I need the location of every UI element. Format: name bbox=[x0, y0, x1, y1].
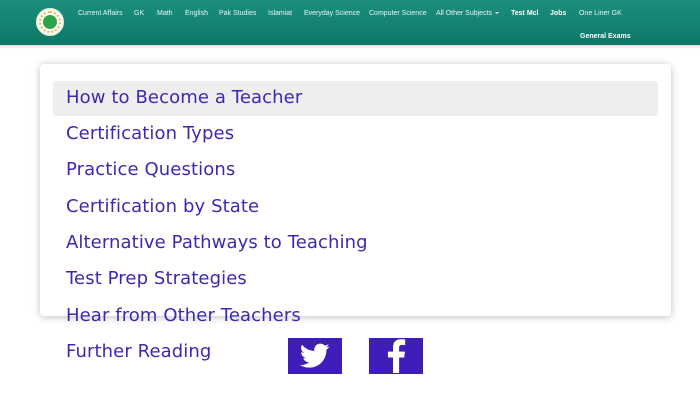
nav-everyday-science[interactable]: Everyday Science bbox=[304, 10, 360, 17]
menu-item-certification-types[interactable]: Certification Types bbox=[66, 123, 234, 144]
nav-all-other-subjects-dropdown[interactable]: All Other Subjects bbox=[436, 10, 500, 17]
menu-item-certification-by-state[interactable]: Certification by State bbox=[66, 196, 259, 217]
nav-current-affairs[interactable]: Current Affairs bbox=[78, 10, 123, 17]
top-navbar: Current Affairs GK Math English Pak Stud… bbox=[0, 0, 700, 45]
nav-math[interactable]: Math bbox=[157, 10, 173, 17]
nav-computer-science[interactable]: Computer Science bbox=[369, 10, 427, 17]
menu-item-alternative-pathways[interactable]: Alternative Pathways to Teaching bbox=[66, 232, 368, 253]
nav-general-exams[interactable]: General Exams bbox=[580, 33, 631, 40]
nav-test-mcl[interactable]: Test Mcl bbox=[511, 10, 539, 17]
navbar-shadow bbox=[0, 45, 700, 49]
nav-english[interactable]: English bbox=[185, 10, 208, 17]
logo-emblem bbox=[43, 15, 57, 29]
menu-item-test-prep-strategies[interactable]: Test Prep Strategies bbox=[66, 268, 247, 289]
menu-item-further-reading[interactable]: Further Reading bbox=[66, 341, 211, 362]
menu-item-practice-questions[interactable]: Practice Questions bbox=[66, 159, 235, 180]
nav-jobs[interactable]: Jobs bbox=[550, 10, 566, 17]
menu-item-how-to-become-a-teacher[interactable]: How to Become a Teacher bbox=[66, 87, 302, 108]
nav-all-other-subjects-label: All Other Subjects bbox=[436, 10, 493, 17]
twitter-icon bbox=[300, 343, 330, 368]
nav-pak-studies[interactable]: Pak Studies bbox=[219, 10, 256, 17]
site-logo[interactable] bbox=[36, 8, 64, 36]
menu-item-hear-from-other-teachers[interactable]: Hear from Other Teachers bbox=[66, 305, 301, 326]
caret-down-icon bbox=[495, 12, 500, 15]
nav-one-liner-gk[interactable]: One Liner GK bbox=[579, 10, 622, 17]
twitter-button[interactable] bbox=[288, 338, 342, 374]
facebook-button[interactable] bbox=[369, 338, 423, 374]
nav-islamiat[interactable]: Islamiat bbox=[268, 10, 292, 17]
facebook-icon bbox=[387, 339, 406, 373]
nav-gk[interactable]: GK bbox=[134, 10, 144, 17]
